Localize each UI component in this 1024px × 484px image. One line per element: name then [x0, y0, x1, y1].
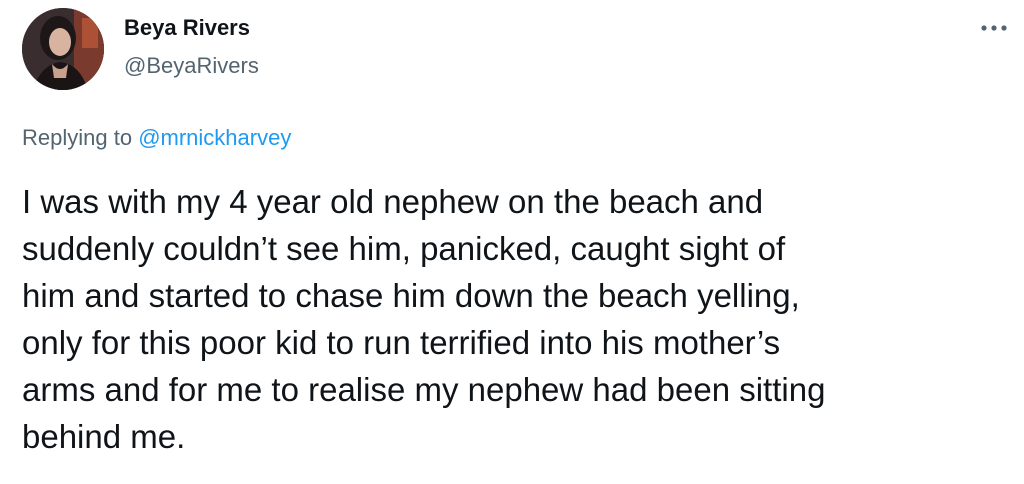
more-horizontal-icon [981, 25, 1007, 31]
author-display-name[interactable]: Beya Rivers [124, 14, 250, 42]
replying-to-label: Replying to [22, 125, 139, 150]
tweet-text: I was with my 4 year old nephew on the b… [22, 183, 826, 455]
tweet-card: Beya Rivers @BeyaRivers Replying to @mrn… [0, 0, 1024, 484]
more-options-button[interactable] [976, 14, 1012, 42]
author-handle[interactable]: @BeyaRivers [124, 52, 259, 80]
reply-handle-link[interactable]: @mrnickharvey [138, 125, 291, 150]
replying-to-line: Replying to @mrnickharvey [22, 124, 291, 152]
profile-photo-icon [22, 8, 104, 90]
avatar[interactable] [22, 8, 104, 90]
